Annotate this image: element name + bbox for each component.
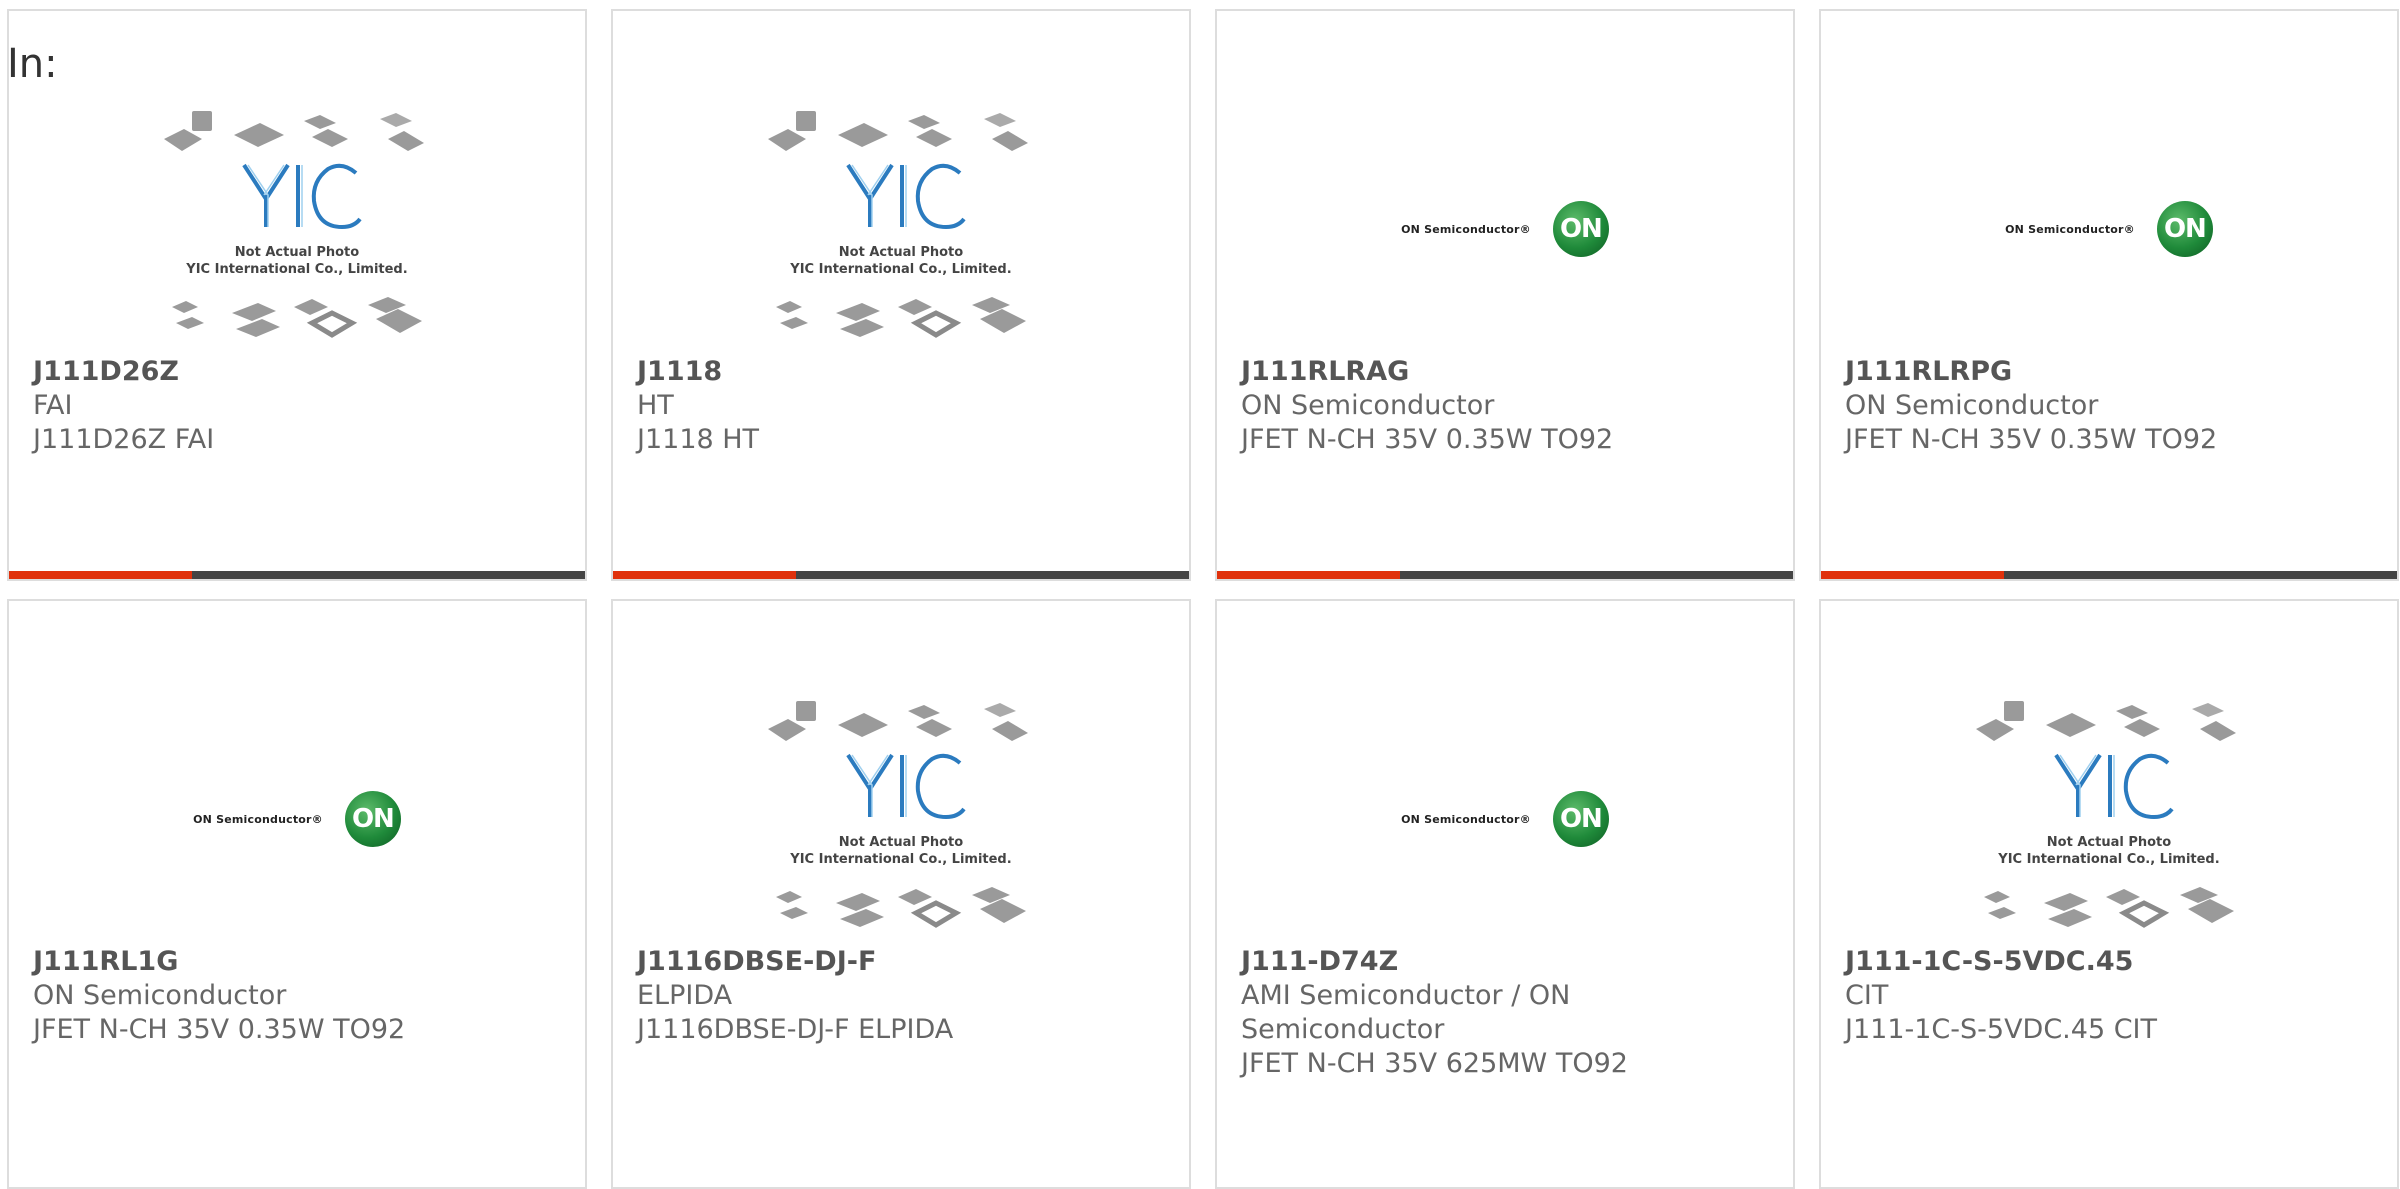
product-image-area[interactable]: Not Actual Photo YIC International Co., … — [9, 95, 585, 363]
product-info: J111-1C-S-5VDC.45 CIT J111-1C-S-5VDC.45 CI… — [1845, 945, 2377, 1047]
manufacturer-name: ELPIDA — [637, 980, 733, 1011]
product-info: J111RLRAG ON Semiconductor JFET N-CH 35V 0… — [1241, 355, 1773, 457]
product-description: J111D26Z FAI — [33, 424, 215, 455]
on-badge-icon: ON — [1552, 791, 1609, 847]
product-grid: Not Actual Photo YIC International Co., … — [7, 9, 2399, 1189]
svg-text:YIC International Co., Limited: YIC International Co., Limited. — [789, 262, 1011, 277]
manufacturer-name: ON Semiconductor — [33, 980, 287, 1011]
product-image-placeholder: Not Actual Photo YIC International Co., … — [1974, 699, 2244, 939]
product-card[interactable]: Not Actual Photo YIC International Co., … — [611, 9, 1191, 581]
product-image-placeholder: Not Actual Photo YIC International Co., … — [766, 109, 1036, 349]
on-badge-icon: ON — [2156, 201, 2213, 257]
card-bottom-bar — [613, 571, 1189, 579]
manufacturer-name: ON Semiconductor — [1845, 390, 2099, 421]
product-info: J111RLRPG ON Semiconductor JFET N-CH 35V 0… — [1845, 355, 2377, 457]
card-bottom-bar — [9, 571, 585, 579]
card-accent-bar — [1821, 571, 2004, 579]
part-number-link[interactable]: J111RL1G — [33, 945, 565, 979]
svg-text:YIC International Co., Limited: YIC International Co., Limited. — [185, 262, 407, 277]
product-description: J1118 HT — [637, 424, 760, 455]
filter-label: In: — [7, 41, 58, 87]
card-accent-bar — [1217, 571, 1400, 579]
part-number-link[interactable]: J111D26Z — [33, 355, 565, 389]
on-semiconductor-wordmark: ON Semiconductor® — [1401, 812, 1531, 826]
product-info: J1118 HT J1118 HT — [637, 355, 1169, 457]
svg-text:Not Actual Photo: Not Actual Photo — [839, 835, 963, 850]
product-image-area[interactable]: ON Semiconductor® ON — [9, 685, 585, 953]
product-info: J111D26Z FAI J111D26Z FAI — [33, 355, 565, 457]
manufacturer-logo: ON Semiconductor® ON — [193, 791, 401, 847]
svg-text:Not Actual Photo: Not Actual Photo — [235, 245, 359, 260]
on-badge-icon: ON — [344, 791, 401, 847]
product-description: JFET N-CH 35V 625MW TO92 — [1241, 1048, 1628, 1079]
part-number-link[interactable]: J111-D74Z — [1241, 945, 1773, 979]
product-description: JFET N-CH 35V 0.35W TO92 — [1845, 424, 2218, 455]
product-image-placeholder: Not Actual Photo YIC International Co., … — [766, 699, 1036, 939]
product-card[interactable]: Not Actual Photo YIC International Co., … — [611, 599, 1191, 1189]
card-bottom-bar — [1821, 571, 2397, 579]
product-image-area[interactable]: ON Semiconductor® ON — [1217, 95, 1793, 363]
on-semiconductor-wordmark: ON Semiconductor® — [193, 812, 323, 826]
svg-text:Not Actual Photo: Not Actual Photo — [839, 245, 963, 260]
manufacturer-name: ON Semiconductor — [1241, 390, 1495, 421]
on-badge-icon: ON — [1552, 201, 1609, 257]
product-image-area[interactable]: ON Semiconductor® ON — [1217, 685, 1793, 953]
yic-placeholder-icon: Not Actual Photo YIC International Co., … — [164, 111, 424, 338]
product-card[interactable]: Not Actual Photo YIC International Co., … — [7, 9, 587, 581]
part-number-link[interactable]: J111RLRAG — [1241, 355, 1773, 389]
product-card[interactable]: ON Semiconductor® ON J111RLRPG ON Semicon… — [1819, 9, 2399, 581]
yic-placeholder-icon: Not Actual Photo YIC International Co., … — [1976, 701, 2236, 928]
product-description: J111-1C-S-5VDC.45 CIT — [1845, 1014, 2158, 1045]
svg-text:YIC International Co., Limited: YIC International Co., Limited. — [1997, 852, 2219, 867]
product-description: JFET N-CH 35V 0.35W TO92 — [33, 1014, 406, 1045]
product-card[interactable]: Not Actual Photo YIC International Co., … — [1819, 599, 2399, 1189]
card-accent-bar — [9, 571, 192, 579]
part-number-link[interactable]: J111-1C-S-5VDC.45 — [1845, 945, 2377, 979]
product-info: J1116DBSE-DJ-F ELPIDA J1116DBSE-DJ-F ELPID… — [637, 945, 1169, 1047]
product-info: J111RL1G ON Semiconductor JFET N-CH 35V 0.… — [33, 945, 565, 1047]
manufacturer-logo: ON Semiconductor® ON — [2005, 201, 2213, 257]
product-info: J111-D74Z AMI Semiconductor / ON Semicond… — [1241, 945, 1773, 1081]
product-card[interactable]: ON Semiconductor® ON J111RL1G ON Semicond… — [7, 599, 587, 1189]
product-image-area[interactable]: Not Actual Photo YIC International Co., … — [613, 685, 1189, 953]
part-number-link[interactable]: J1116DBSE-DJ-F — [637, 945, 1169, 979]
card-accent-bar — [613, 571, 796, 579]
product-card[interactable]: ON Semiconductor® ON J111-D74Z AMI Semico… — [1215, 599, 1795, 1189]
yic-placeholder-icon: Not Actual Photo YIC International Co., … — [768, 111, 1028, 338]
yic-placeholder-icon: Not Actual Photo YIC International Co., … — [768, 701, 1028, 928]
product-description: J1116DBSE-DJ-F ELPIDA — [637, 1014, 954, 1045]
product-description: JFET N-CH 35V 0.35W TO92 — [1241, 424, 1614, 455]
svg-text:YIC International Co., Limited: YIC International Co., Limited. — [789, 852, 1011, 867]
manufacturer-name: CIT — [1845, 980, 1889, 1011]
on-semiconductor-wordmark: ON Semiconductor® — [2005, 222, 2135, 236]
manufacturer-name: HT — [637, 390, 674, 421]
manufacturer-name: FAI — [33, 390, 73, 421]
product-image-area[interactable]: ON Semiconductor® ON — [1821, 95, 2397, 363]
manufacturer-name: AMI Semiconductor / ON Semiconductor — [1241, 980, 1571, 1045]
manufacturer-logo: ON Semiconductor® ON — [1401, 791, 1609, 847]
on-semiconductor-wordmark: ON Semiconductor® — [1401, 222, 1531, 236]
part-number-link[interactable]: J1118 — [637, 355, 1169, 389]
part-number-link[interactable]: J111RLRPG — [1845, 355, 2377, 389]
product-image-placeholder: Not Actual Photo YIC International Co., … — [162, 109, 432, 349]
product-image-area[interactable]: Not Actual Photo YIC International Co., … — [613, 95, 1189, 363]
svg-text:Not Actual Photo: Not Actual Photo — [2047, 835, 2171, 850]
card-bottom-bar — [1217, 571, 1793, 579]
manufacturer-logo: ON Semiconductor® ON — [1401, 201, 1609, 257]
product-card[interactable]: ON Semiconductor® ON J111RLRAG ON Semicon… — [1215, 9, 1795, 581]
product-image-area[interactable]: Not Actual Photo YIC International Co., … — [1821, 685, 2397, 953]
